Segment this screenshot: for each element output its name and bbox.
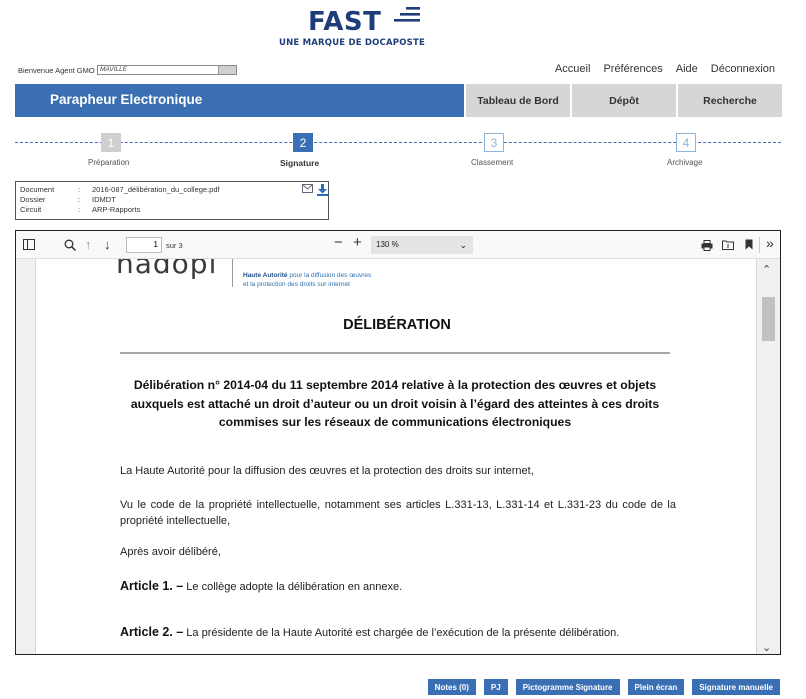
brand-tagline: UNE MARQUE DE DOCAPOSTE — [279, 38, 425, 48]
hadopi-logo: hadopi — [116, 259, 218, 280]
tab-tableau-de-bord[interactable]: Tableau de Bord — [464, 84, 570, 117]
article-2-label: Article 2. – — [120, 625, 184, 639]
doc-info-row-circuit: Circuit: ARP-Rapports — [20, 205, 140, 214]
mail-icon[interactable] — [302, 184, 313, 193]
logo-divider — [232, 259, 233, 287]
tab-depot[interactable]: Dépôt — [570, 84, 676, 117]
more-tools-icon[interactable]: » — [766, 236, 774, 250]
step-1-box: 1 — [101, 133, 121, 152]
zoom-select[interactable]: 130 % ⌄ — [371, 236, 473, 254]
authority-description: Haute Autorité pour la diffusion des œuv… — [243, 271, 371, 289]
link-aide[interactable]: Aide — [676, 63, 698, 75]
page-number-input[interactable]: 1 — [126, 237, 162, 253]
dropdown-arrow-icon[interactable] — [218, 66, 236, 74]
doc-info-row-document: Document: 2016-087_délibération_du_colleg… — [20, 185, 220, 194]
save-icon[interactable] — [722, 239, 734, 250]
print-icon[interactable] — [701, 240, 713, 251]
document-info-box: Document: 2016-087_délibération_du_colleg… — [15, 181, 329, 220]
pdf-toolbar: ↑ ↓ 1 sur 3 − + 130 % ⌄ » — [16, 231, 780, 259]
notes-button[interactable]: Notes (0) — [427, 679, 476, 695]
document-label: Document — [20, 185, 55, 194]
authority-name: Haute Autorité — [243, 272, 288, 279]
dossier-value: IDMDT — [92, 195, 116, 204]
nav-tabs: Tableau de Bord Dépôt Recherche — [464, 84, 782, 117]
article-2-text: La présidente de la Haute Autorité est c… — [183, 627, 620, 639]
deliberation-subtitle: Délibération n° 2014-04 du 11 septembre … — [130, 378, 660, 429]
zoom-out-icon[interactable]: − — [334, 235, 343, 250]
step-4-label: Archivage — [667, 158, 703, 167]
previous-page-icon[interactable]: ↑ — [85, 238, 92, 252]
app-title: Parapheur Electronique — [50, 92, 203, 107]
search-icon[interactable] — [64, 239, 76, 251]
link-preferences[interactable]: Préférences — [603, 63, 662, 75]
bookmark-icon[interactable] — [745, 239, 753, 250]
page-count: sur 3 — [166, 241, 183, 250]
toolbar-separator — [759, 237, 760, 253]
scroll-thumb[interactable] — [762, 297, 775, 341]
welcome-text: Bienvenue Agent GMO — [18, 66, 95, 75]
step-3-label: Classement — [471, 158, 514, 167]
pictogramme-signature-button[interactable]: Pictogramme Signature — [515, 679, 620, 695]
action-buttons: Notes (0) PJ Pictogramme Signature Plein… — [427, 679, 780, 695]
separator: : — [78, 195, 81, 204]
separator: : — [78, 185, 81, 194]
pdf-page: hadopi Haute Autorité pour la diffusion … — [35, 259, 757, 654]
step-2-label: Signature — [280, 158, 320, 168]
tab-recherche[interactable]: Recherche — [676, 84, 782, 117]
article-1-label: Article 1. – — [120, 579, 184, 593]
brand-lines-icon — [394, 7, 420, 22]
main-navbar: Parapheur Electronique Tableau de Bord D… — [15, 84, 782, 117]
signature-manuelle-button[interactable]: Signature manuelle — [692, 679, 780, 695]
link-accueil[interactable]: Accueil — [555, 63, 590, 75]
sidebar-toggle-icon[interactable] — [23, 239, 35, 250]
paragraph-apres: Après avoir délibéré, — [120, 546, 221, 558]
stepper-line — [15, 142, 781, 143]
download-icon[interactable] — [317, 184, 328, 196]
zoom-in-icon[interactable]: + — [353, 235, 362, 250]
document-value: 2016-087_délibération_du_college.pdf — [92, 185, 220, 194]
authority-line1: pour la diffusion des œuvres — [287, 272, 372, 279]
fast-logo: FAST UNE MARQUE DE DOCAPOSTE — [279, 3, 439, 48]
article-1: Article 1. – Le collège adopte la délibé… — [120, 579, 680, 593]
pj-button[interactable]: PJ — [483, 679, 508, 695]
doc-info-row-dossier: Dossier: IDMDT — [20, 195, 116, 204]
scroll-down-icon[interactable]: ⌄ — [762, 641, 771, 654]
doc-actions — [302, 184, 328, 196]
scroll-up-icon[interactable]: ⌃ — [762, 263, 771, 276]
next-page-icon[interactable]: ↓ — [104, 238, 111, 252]
separator: : — [78, 205, 81, 214]
step-2-box: 2 — [293, 133, 313, 152]
zoom-value: 130 % — [376, 240, 399, 249]
step-1-label: Préparation — [88, 158, 130, 167]
brand-name: FAST — [308, 7, 382, 37]
article-2: Article 2. – La présidente de la Haute A… — [120, 625, 680, 639]
circuit-value: ARP-Rapports — [92, 205, 141, 214]
dossier-label: Dossier — [20, 195, 46, 204]
circuit-label: Circuit — [20, 205, 42, 214]
paragraph-vu: Vu le code de la propriété intellectuell… — [120, 499, 676, 527]
link-deconnexion[interactable]: Déconnexion — [711, 63, 775, 75]
step-3-box: 3 — [484, 133, 504, 152]
chevron-down-icon: ⌄ — [459, 240, 467, 250]
pdf-viewer: ↑ ↓ 1 sur 3 − + 130 % ⌄ » hadopi Haute A… — [15, 230, 781, 655]
document-title: DÉLIBÉRATION — [343, 317, 451, 333]
paragraph-authority: La Haute Autorité pour la diffusion des … — [120, 465, 534, 477]
title-rule — [120, 352, 670, 354]
user-selector[interactable]: MAVILLE — [97, 65, 237, 75]
authority-line2: et la protection des droits sur internet — [243, 281, 350, 288]
user-selector-value: MAVILLE — [100, 66, 128, 73]
step-4-box: 4 — [676, 133, 696, 152]
article-1-text: Le collège adopte la délibération en ann… — [183, 581, 403, 593]
vertical-scrollbar[interactable]: ⌃ ⌄ — [757, 259, 780, 654]
top-links: Accueil Préférences Aide Déconnexion — [555, 63, 775, 75]
plein-ecran-button[interactable]: Plein écran — [627, 679, 685, 695]
